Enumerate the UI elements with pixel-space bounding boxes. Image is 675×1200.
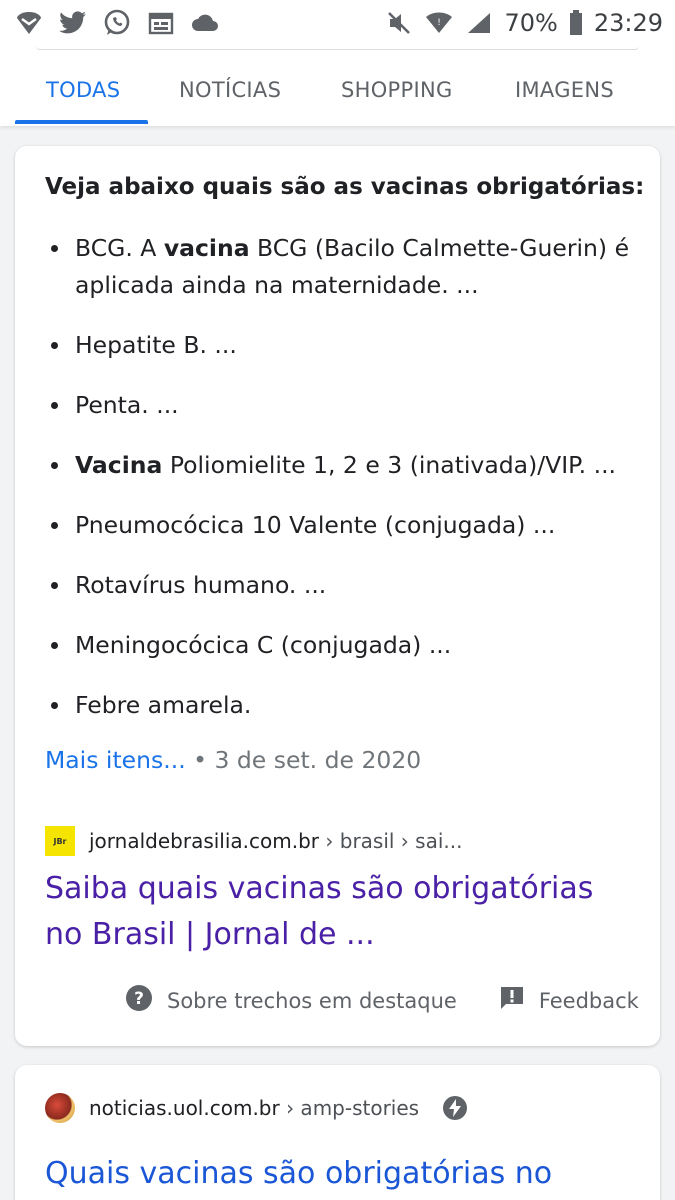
source-url: jornaldebrasilia.com.br › brasil › sai..… [89, 829, 463, 853]
source-row[interactable]: noticias.uol.com.br › amp-stories [45, 1093, 468, 1123]
amp-lightning-icon [443, 1096, 468, 1120]
mute-icon [384, 8, 414, 38]
battery-icon [568, 8, 584, 38]
featured-snippet-card: Veja abaixo quais são as vacinas obrigat… [15, 146, 660, 1046]
svg-text:?: ? [134, 989, 144, 1009]
list-item: Rotavírus humano. ... [45, 567, 635, 604]
list-item: BCG. A vacina BCG (Bacilo Calmette-Gueri… [45, 230, 635, 304]
status-bar: ! 70% 23:29 [0, 0, 675, 48]
more-items-row: Mais itens... • 3 de set. de 2020 [45, 746, 421, 774]
wifi-icon: ! [424, 8, 454, 38]
list-item: Meningocócica C (conjugada) ... [45, 627, 635, 664]
snippet-heading: Veja abaixo quais são as vacinas obrigat… [45, 174, 645, 200]
calendar-icon [146, 8, 176, 38]
tab-todas[interactable]: TODAS [46, 78, 120, 102]
snippet-date: • 3 de set. de 2020 [185, 746, 422, 774]
active-tab-indicator [15, 120, 148, 124]
signal-icon [464, 8, 494, 38]
whatsapp-icon [102, 8, 132, 38]
list-item: Febre amarela. [45, 687, 635, 724]
source-row[interactable]: JBr jornaldebrasilia.com.br › brasil › s… [45, 826, 462, 856]
help-icon: ? [125, 984, 153, 1017]
cloud-icon [190, 8, 220, 38]
source-url: noticias.uol.com.br › amp-stories [89, 1096, 420, 1120]
result-title-link[interactable]: Saiba quais vacinas são obrigatórias no … [45, 866, 625, 958]
search-tabs: TODAS NOTÍCIAS SHOPPING IMAGENS [0, 48, 675, 126]
more-items-link[interactable]: Mais itens... [45, 746, 186, 774]
list-item: Vacina Poliomielite 1, 2 e 3 (inativada)… [45, 447, 635, 484]
twitter-icon [58, 8, 88, 38]
search-result-card: noticias.uol.com.br › amp-stories Quais … [15, 1065, 660, 1200]
feedback-label: Feedback [538, 988, 639, 1013]
tab-imagens[interactable]: IMAGENS [515, 78, 614, 102]
result-title-link[interactable]: Quais vacinas são obrigatórias no [45, 1151, 552, 1197]
site-favicon [45, 1093, 75, 1123]
site-favicon: JBr [45, 826, 75, 856]
list-item: Pneumocócica 10 Valente (conjugada) ... [45, 507, 635, 544]
snippet-footer: ? Sobre trechos em destaque Feedback [125, 984, 639, 1017]
shield-icon [14, 8, 44, 38]
list-item: Penta. ... [45, 387, 635, 424]
tab-shopping[interactable]: SHOPPING [341, 78, 453, 102]
feedback-icon [499, 985, 525, 1016]
snippet-list: BCG. A vacina BCG (Bacilo Calmette-Gueri… [45, 230, 635, 747]
tab-noticias[interactable]: NOTÍCIAS [179, 78, 281, 102]
search-box-edge [36, 46, 639, 50]
clock: 23:29 [593, 9, 663, 37]
list-item: Hepatite B. ... [45, 327, 635, 364]
about-snippets-button[interactable]: ? Sobre trechos em destaque [125, 984, 457, 1017]
battery-percent: 70% [504, 9, 558, 37]
about-snippets-label: Sobre trechos em destaque [167, 988, 457, 1013]
svg-text:!: ! [438, 18, 442, 28]
feedback-button[interactable]: Feedback [499, 985, 639, 1016]
